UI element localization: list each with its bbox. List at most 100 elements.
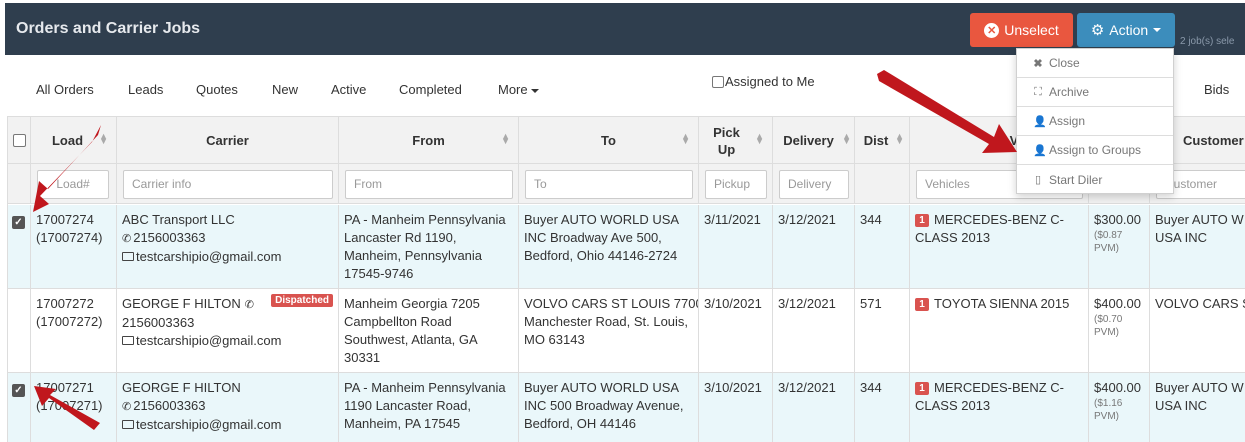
price-per-mile: ($0.87	[1094, 230, 1123, 241]
pickup-filter-input[interactable]: Pickup	[705, 170, 767, 199]
vehicle-text: MERCEDES-BENZ C-	[934, 380, 1065, 395]
envelope-icon	[122, 336, 134, 345]
action-button[interactable]: ⚙ Action	[1077, 13, 1175, 47]
column-label: To	[601, 133, 616, 148]
pickup-date: 3/11/2021	[704, 212, 761, 227]
caret-down-icon	[531, 88, 540, 93]
table-cell: VOLVO CARS ST	[1150, 289, 1245, 372]
carrier-filter-input[interactable]: Carrier info	[123, 170, 333, 199]
tab-new[interactable]: New	[272, 82, 298, 97]
phone-icon: ✆	[122, 233, 132, 245]
table-cell: $300.00 ($0.87 PVM)	[1089, 205, 1150, 288]
vehicle-text: CLASS 2013	[915, 398, 991, 413]
load-number: (17007274)	[36, 230, 103, 245]
column-header-dist[interactable]: Dist ▲ ▼	[855, 117, 910, 164]
price-per-mile: ($1.16	[1094, 398, 1123, 409]
menu-item-start-diler[interactable]: ▯ Start Diler	[1017, 165, 1173, 194]
status-badge: Dispatched	[271, 294, 333, 307]
assigned-to-me-filter[interactable]: Assigned to Me	[712, 74, 815, 89]
vehicle-qty-badge: 1	[915, 214, 929, 227]
column-label: Load	[51, 133, 84, 148]
carrier-email-text: testcarshipio@gmail.com	[136, 249, 282, 264]
table-row[interactable]: 17007272 (17007272) GEORGE F HILTON ✆ 215600…	[8, 289, 1245, 373]
menu-item-archive[interactable]: ⛶ Archive	[1017, 78, 1173, 107]
column-header-delivery[interactable]: Delivery ▲ ▼	[773, 117, 855, 164]
vehicle-text: MERCEDES-BENZ C-	[934, 212, 1065, 227]
menu-item-close[interactable]: ✖ Close	[1017, 49, 1173, 78]
carrier-name-text: ABC Transport LLC	[122, 212, 235, 227]
filter-cell: Pickup	[699, 164, 773, 204]
row-checkbox[interactable]: ✓	[12, 384, 25, 397]
tab-all-orders[interactable]: All Orders	[36, 82, 94, 97]
column-header-pickup[interactable]: Pick Up ▲ ▼	[699, 117, 773, 164]
menu-item-assign[interactable]: 👤 Assign	[1017, 107, 1173, 136]
column-header-carrier[interactable]: Carrier	[117, 117, 339, 164]
load-filter-input[interactable]: Load#	[37, 170, 109, 199]
sort-icon: ▲ ▼	[755, 131, 764, 146]
price: $400.00	[1094, 296, 1141, 311]
menu-item-label: Assign to Groups	[1049, 143, 1142, 157]
table-cell: 344	[855, 373, 910, 442]
carrier-phone: ✆ 2156003363	[122, 397, 333, 416]
user-plus-icon: 👤	[1033, 115, 1047, 128]
tab-bids[interactable]: Bids	[1204, 82, 1229, 97]
table-cell: VOLVO CARS ST LOUIS 7700 Manchester Road,…	[519, 289, 699, 372]
column-header-from[interactable]: From ▲ ▼	[339, 117, 519, 164]
to-address: VOLVO CARS ST LOUIS 7700	[524, 296, 699, 311]
table-row[interactable]: ✓ 17007271 (17007271) GEORGE F HILTON ✆ 21560…	[8, 373, 1245, 442]
vehicle-name: CLASS 2013	[915, 397, 1083, 415]
sort-icon: ▲ ▼	[842, 131, 851, 146]
to-address: Bedford, OH 44146	[524, 416, 637, 431]
from-address: 30331	[344, 350, 381, 365]
column-header-load[interactable]: Load ▲ ▼	[31, 117, 117, 164]
from-filter-input[interactable]: From	[345, 170, 513, 199]
table-row[interactable]: ✓ 17007274 (17007274) ABC Transport LLC ✆ 215…	[8, 205, 1245, 289]
pickup-date: 3/10/2021	[704, 380, 762, 395]
table-cell: GEORGE F HILTON ✆ 2156003363 testcarshipio@…	[117, 289, 339, 372]
from-address: Lancaster Rd 1190,	[344, 230, 457, 245]
table-cell: Buyer AUTO WORLD USA INC 500 Broadway Ave…	[519, 373, 699, 442]
tab-active[interactable]: Active	[331, 82, 366, 97]
sort-icon: ▲ ▼	[895, 131, 904, 146]
to-address: Buyer AUTO WORLD USA	[524, 212, 680, 227]
table-cell: ✓	[8, 373, 31, 442]
column-label: Dist	[863, 133, 889, 148]
close-circle-icon: ✕	[984, 22, 1000, 38]
from-address: 17545-9746	[344, 266, 414, 281]
to-filter-input[interactable]: To	[525, 170, 693, 199]
tab-more[interactable]: More	[498, 82, 540, 97]
table-cell: 3/12/2021	[773, 373, 855, 442]
select-all-checkbox[interactable]	[12, 134, 26, 147]
load-number: 17007272	[36, 296, 94, 311]
row-checkbox[interactable]: ✓	[12, 216, 25, 229]
row-checkbox[interactable]	[12, 300, 25, 313]
to-address: Buyer AUTO WORLD USA	[524, 380, 680, 395]
to-address: Bedford, Ohio 44146-2724	[524, 248, 678, 263]
table-cell	[8, 289, 31, 372]
column-header-to[interactable]: To ▲ ▼	[519, 117, 699, 164]
table-cell: 1 TOYOTA SIENNA 2015	[910, 289, 1089, 372]
load-number: 17007274	[36, 212, 94, 227]
caret-down-icon	[1153, 28, 1162, 32]
delivery-filter-input[interactable]: Delivery	[779, 170, 849, 199]
from-address: Manheim, PA 17545	[344, 416, 461, 431]
tab-leads[interactable]: Leads	[128, 82, 163, 97]
load-number: 17007271	[36, 380, 94, 395]
menu-item-assign-to-groups[interactable]: 👤 Assign to Groups	[1017, 136, 1173, 165]
vehicle-text: CLASS 2013	[915, 230, 991, 245]
carrier-phone-text: 2156003363	[133, 230, 206, 245]
price: $300.00	[1094, 212, 1141, 227]
table-cell: 3/12/2021	[773, 289, 855, 372]
carrier-name-text: GEORGE F HILTON	[122, 380, 241, 395]
tab-quotes[interactable]: Quotes	[196, 82, 238, 97]
load-number: (17007272)	[36, 314, 103, 329]
menu-item-label: Assign	[1049, 114, 1086, 128]
unselect-button[interactable]: ✕ Unselect	[970, 13, 1073, 47]
table-cell: 1 MERCEDES-BENZ C- CLASS 2013	[910, 373, 1089, 442]
tab-completed[interactable]: Completed	[399, 82, 462, 97]
to-address: Manchester Road, St. Louis,	[524, 314, 689, 329]
distance: 344	[860, 212, 882, 227]
vehicle-name: CLASS 2013	[915, 229, 1083, 247]
price-per-mile: PVM)	[1094, 243, 1119, 254]
assigned-to-me-checkbox[interactable]	[712, 75, 724, 88]
